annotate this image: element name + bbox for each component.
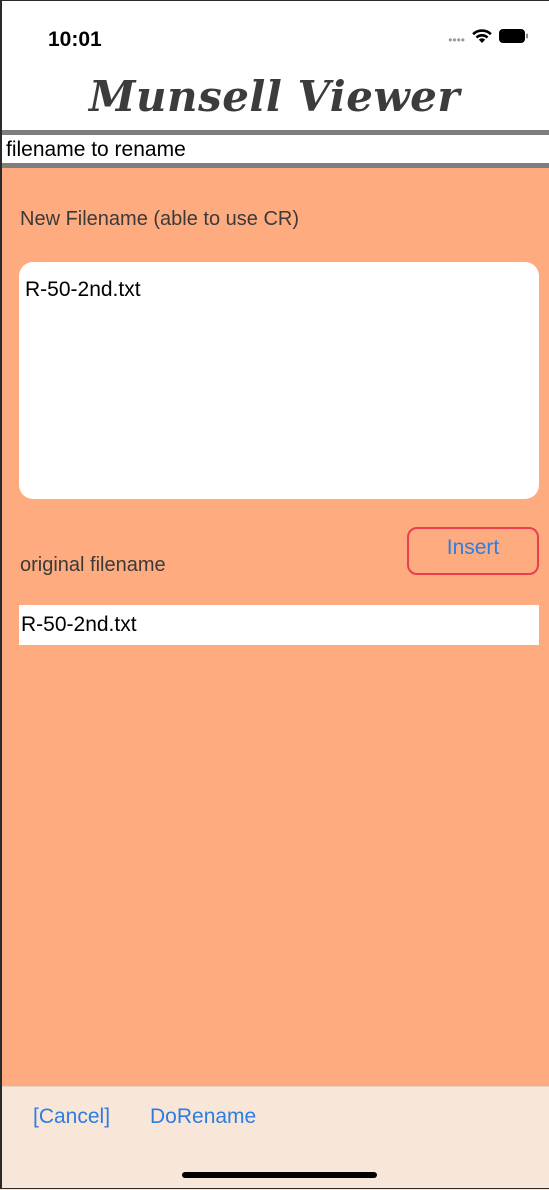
original-filename-field: R-50-2nd.txt (19, 605, 539, 645)
header-label: filename to rename (6, 138, 186, 161)
insert-button[interactable]: Insert (407, 527, 539, 575)
status-time: 10:01 (48, 28, 102, 51)
cellular-dots-icon: •••• (448, 33, 465, 47)
app-title: Munsell Viewer (89, 72, 460, 121)
cancel-button[interactable]: [Cancel] (33, 1105, 110, 1129)
status-bar: 10:01 •••• (0, 0, 549, 70)
wifi-icon (471, 28, 493, 49)
do-rename-button[interactable]: DoRename (150, 1105, 256, 1129)
new-filename-label: New Filename (able to use CR) (20, 208, 299, 230)
original-filename-label: original filename (20, 554, 166, 576)
battery-icon (499, 28, 529, 49)
status-icons: •••• (448, 28, 529, 48)
bottom-toolbar: [Cancel] DoRename (0, 1086, 549, 1190)
header-divider-top (0, 130, 549, 135)
new-filename-textarea[interactable]: R-50-2nd.txt (19, 262, 539, 499)
home-indicator (182, 1172, 377, 1178)
rename-panel: New Filename (able to use CR) R-50-2nd.t… (0, 168, 549, 1086)
